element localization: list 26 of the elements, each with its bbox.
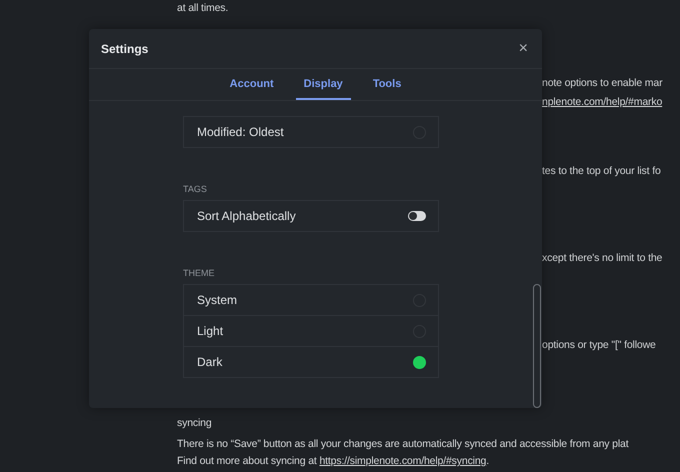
note-text: . (486, 455, 490, 467)
option-label: Dark (197, 355, 222, 369)
scrollbar[interactable] (533, 284, 541, 408)
note-text: note options to enable mar (542, 76, 664, 91)
option-label: Sort Alphabetically (197, 209, 296, 223)
note-text: xcept there's no limit to the (542, 251, 664, 266)
note-text: Find out more about syncing at (177, 455, 318, 467)
note-link[interactable]: https://simplenote.com/help/#syncing (319, 455, 486, 467)
section-heading: THEME (183, 268, 216, 278)
option-label: Modified: Oldest (197, 125, 284, 139)
note-text: at all times. (177, 1, 230, 16)
note-text: tes to the top of your list fo (542, 164, 662, 179)
note-link[interactable]: nplenote.com/help/#marko (542, 93, 680, 112)
radio-button[interactable] (413, 356, 426, 368)
tab[interactable]: Tools (364, 69, 410, 100)
option-label: System (197, 293, 238, 307)
option-label: Light (197, 324, 224, 338)
section-heading: TAGS (183, 184, 208, 194)
note-text: options or type "[" followe (542, 338, 657, 353)
note-heading: syncing (177, 416, 213, 431)
dialog-title: Settings (101, 42, 148, 56)
close-button[interactable]: × (514, 40, 532, 58)
toggle-switch[interactable] (408, 211, 426, 221)
tab[interactable]: Account (222, 69, 282, 100)
note-paragraph: There is no “Save” button as all your changes are automatically synced and accessible from any plat (177, 437, 630, 452)
tab[interactable]: Display (296, 69, 351, 100)
